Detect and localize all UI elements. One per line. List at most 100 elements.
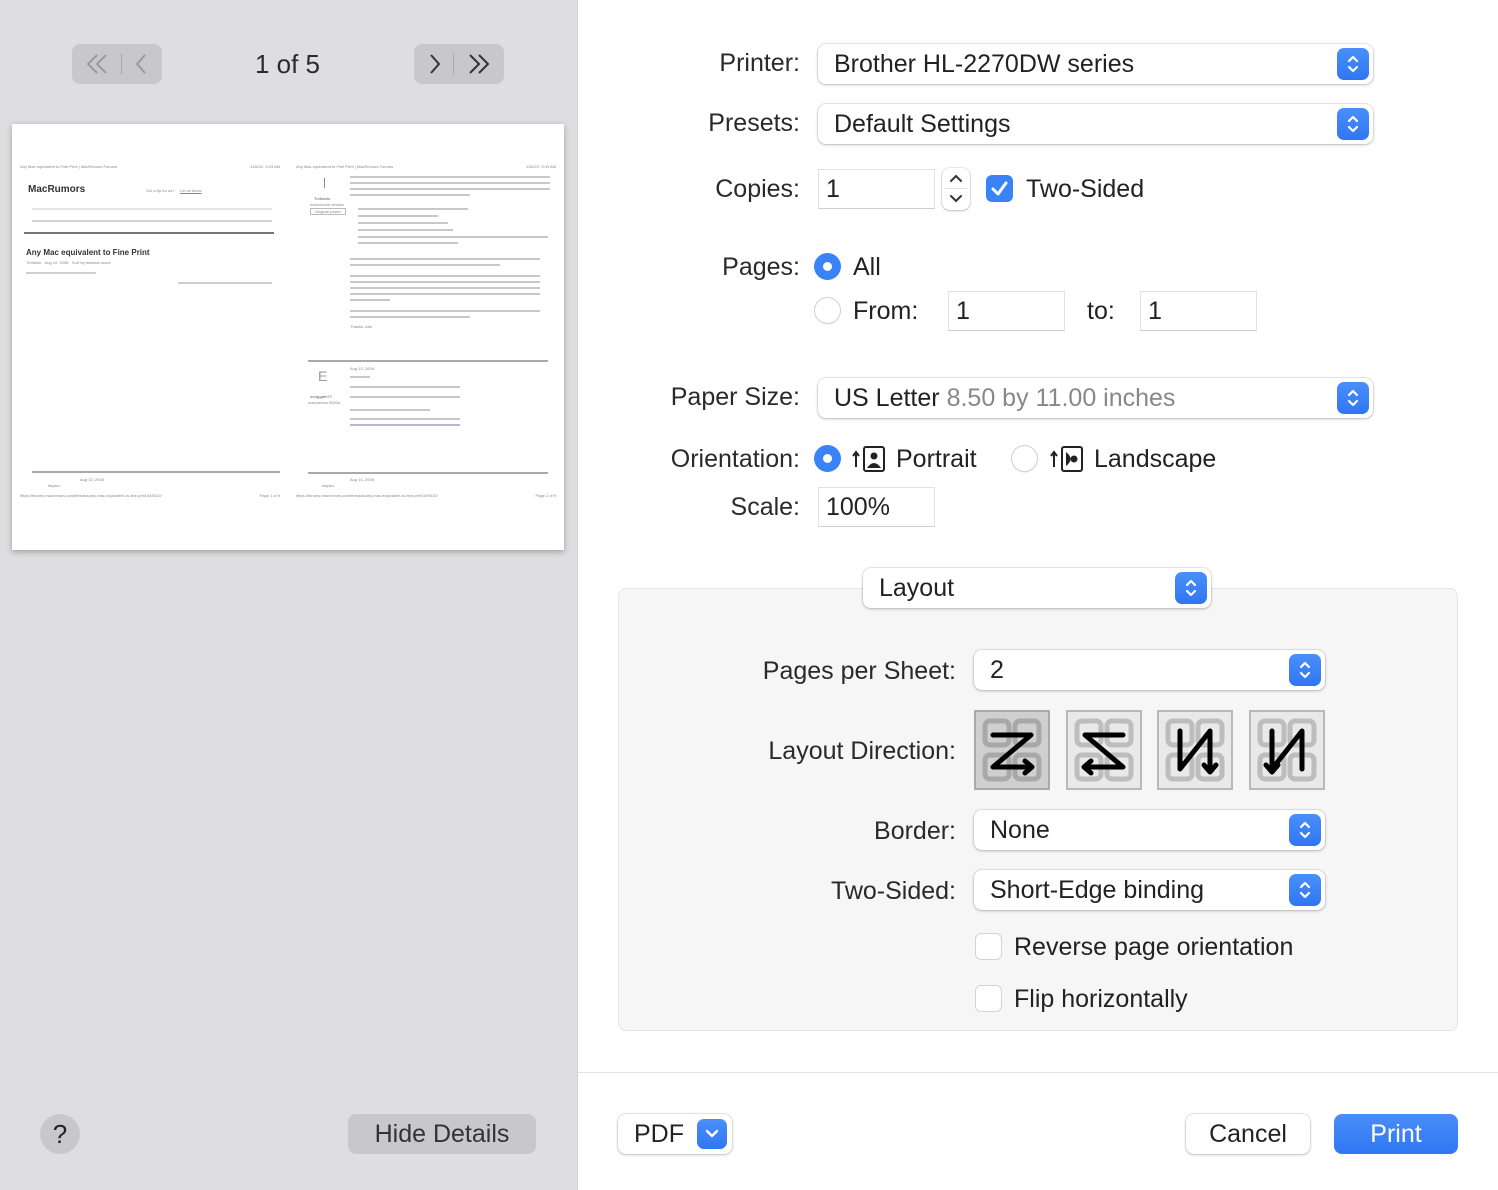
- poster1-badge: Original poster: [310, 208, 347, 215]
- pages-to-field[interactable]: 1: [1140, 291, 1257, 331]
- poster2-name: exoggate77: [310, 394, 333, 399]
- first-page-button[interactable]: [85, 52, 111, 76]
- print-preview-sheet: Any Mac equivalent to Fine Print | MacRu…: [12, 124, 564, 550]
- post1-text-line: [350, 176, 550, 178]
- chevron-up-icon[interactable]: [948, 172, 964, 184]
- nav-row-2: [32, 220, 272, 222]
- poster2-avatar: E: [318, 368, 328, 384]
- chevron-right-icon: [430, 54, 441, 74]
- thread-title: Any Mac equivalent to Fine Print: [26, 248, 150, 257]
- layout-direction-n-button[interactable]: [1249, 710, 1325, 790]
- post1-text-line: [350, 281, 540, 283]
- section-popup-value: Layout: [879, 574, 955, 602]
- pages-per-sheet-value: 2: [990, 656, 1004, 684]
- post1-bullet: [358, 215, 438, 217]
- page-counter: 1 of 5: [254, 49, 321, 79]
- chevron-down-icon[interactable]: [948, 193, 964, 205]
- presets-popup[interactable]: Default Settings: [818, 104, 1373, 144]
- thread-actions: [178, 282, 272, 284]
- tip-text: Got a tip for us?: [146, 188, 175, 193]
- presets-label: Presets:: [708, 109, 800, 137]
- flip-horizontally-checkbox[interactable]: [975, 985, 1002, 1012]
- pages-to-label: to:: [1087, 297, 1115, 325]
- copies-stepper[interactable]: [942, 168, 970, 210]
- layout-n-arrow-icon: [1257, 718, 1317, 782]
- footer-post-user: kmpkn: [322, 483, 334, 488]
- post1-text-line: [350, 258, 540, 260]
- post2-text-line: [350, 396, 460, 398]
- pages-all-label: All: [853, 253, 881, 281]
- footer-post-user: kmpkn: [48, 483, 60, 488]
- poster1-name: Trellanin: [314, 196, 331, 201]
- print-button[interactable]: Print: [1334, 1114, 1458, 1154]
- post-divider: [308, 472, 548, 474]
- preview-page-left: Any Mac equivalent to Fine Print | MacRu…: [18, 164, 284, 504]
- poster1-rank: macrumors newbie: [310, 202, 344, 207]
- post2-text-line: [350, 376, 370, 378]
- pages-all-radio[interactable]: [814, 253, 841, 280]
- double-chevron-left-icon: [86, 54, 107, 74]
- post1-bullet: [358, 229, 453, 231]
- printer-popup[interactable]: Brother HL-2270DW series: [818, 44, 1373, 84]
- footer-post-date: Aug 10, 2008: [80, 477, 104, 482]
- pages-from-field[interactable]: 1: [948, 291, 1065, 331]
- double-chevron-right-icon: [469, 54, 490, 74]
- post1-sign: Thanks, Abe: [350, 324, 373, 329]
- page-footer-url: https://forums.macrumors.com/threads/any…: [20, 493, 162, 498]
- post1-bullet: [358, 222, 448, 224]
- pages-from-label: From:: [853, 297, 919, 325]
- last-page-button[interactable]: [465, 52, 491, 76]
- post-divider: [32, 471, 280, 473]
- border-label: Border:: [874, 817, 956, 845]
- orientation-portrait-radio[interactable]: [814, 445, 841, 472]
- cancel-button[interactable]: Cancel: [1186, 1114, 1310, 1154]
- next-page-button[interactable]: [427, 52, 443, 76]
- preview-panel: 1 of 5 Any Mac equivalent to Fine Print …: [0, 0, 578, 1190]
- orientation-landscape-radio[interactable]: [1011, 445, 1038, 472]
- page-header-date: 11/6/22, 9:43 AM: [250, 164, 280, 169]
- post1-text-line: [350, 310, 540, 312]
- up-down-chevron-icon: [1337, 382, 1369, 414]
- up-down-chevron-icon: [1289, 814, 1321, 846]
- portrait-orientation-icon: [852, 446, 885, 472]
- paper-size-detail: 8.50 by 11.00 inches: [946, 384, 1176, 412]
- copies-field[interactable]: 1: [818, 169, 935, 209]
- hide-details-button[interactable]: Hide Details: [348, 1114, 536, 1154]
- paper-size-label: Paper Size:: [670, 383, 800, 411]
- stepper-divider: [945, 188, 967, 189]
- reverse-orientation-checkbox[interactable]: [975, 933, 1002, 960]
- orientation-portrait-label: Portrait: [896, 445, 977, 473]
- layout-z-arrow-icon: [982, 718, 1042, 782]
- layout-two-sided-label: Two-Sided:: [830, 877, 956, 905]
- border-popup[interactable]: None: [974, 810, 1325, 850]
- layout-two-sided-popup[interactable]: Short-Edge binding: [974, 870, 1325, 910]
- nav-row-1: [32, 208, 272, 210]
- layout-direction-reverse-n-button[interactable]: [1157, 710, 1233, 790]
- layout-two-sided-value: Short-Edge binding: [990, 876, 1205, 904]
- pages-from-radio[interactable]: [814, 297, 841, 324]
- post2-signature: [350, 409, 430, 411]
- post1-bullet: [358, 208, 468, 210]
- layout-direction-z-button[interactable]: [974, 710, 1050, 790]
- presets-value: Default Settings: [834, 110, 1011, 138]
- paper-size-popup[interactable]: US Letter 8.50 by 11.00 inches: [818, 378, 1373, 418]
- pdf-menu-button[interactable]: PDF: [618, 1114, 732, 1154]
- post-divider: [308, 360, 548, 362]
- nav-separator: [453, 53, 455, 75]
- post1-text-line: [350, 299, 390, 301]
- orientation-label: Orientation:: [670, 445, 800, 473]
- prev-page-button[interactable]: [133, 52, 149, 76]
- preview-page-right: Any Mac equivalent to Fine Print | MacRu…: [294, 164, 560, 504]
- post1-text-line: [350, 316, 470, 318]
- layout-direction-s-button[interactable]: [1066, 710, 1142, 790]
- two-sided-checkbox[interactable]: [986, 175, 1013, 202]
- layout-reverse-n-arrow-icon: [1165, 718, 1225, 782]
- section-popup[interactable]: Layout: [863, 568, 1211, 608]
- landscape-orientation-icon: [1050, 446, 1083, 472]
- help-button[interactable]: ?: [40, 1114, 80, 1154]
- breadcrumb: [26, 272, 96, 274]
- scale-field[interactable]: 100%: [818, 487, 935, 527]
- pages-label: Pages:: [722, 253, 800, 281]
- pages-per-sheet-popup[interactable]: 2: [974, 650, 1325, 690]
- post2-signature: [350, 418, 460, 420]
